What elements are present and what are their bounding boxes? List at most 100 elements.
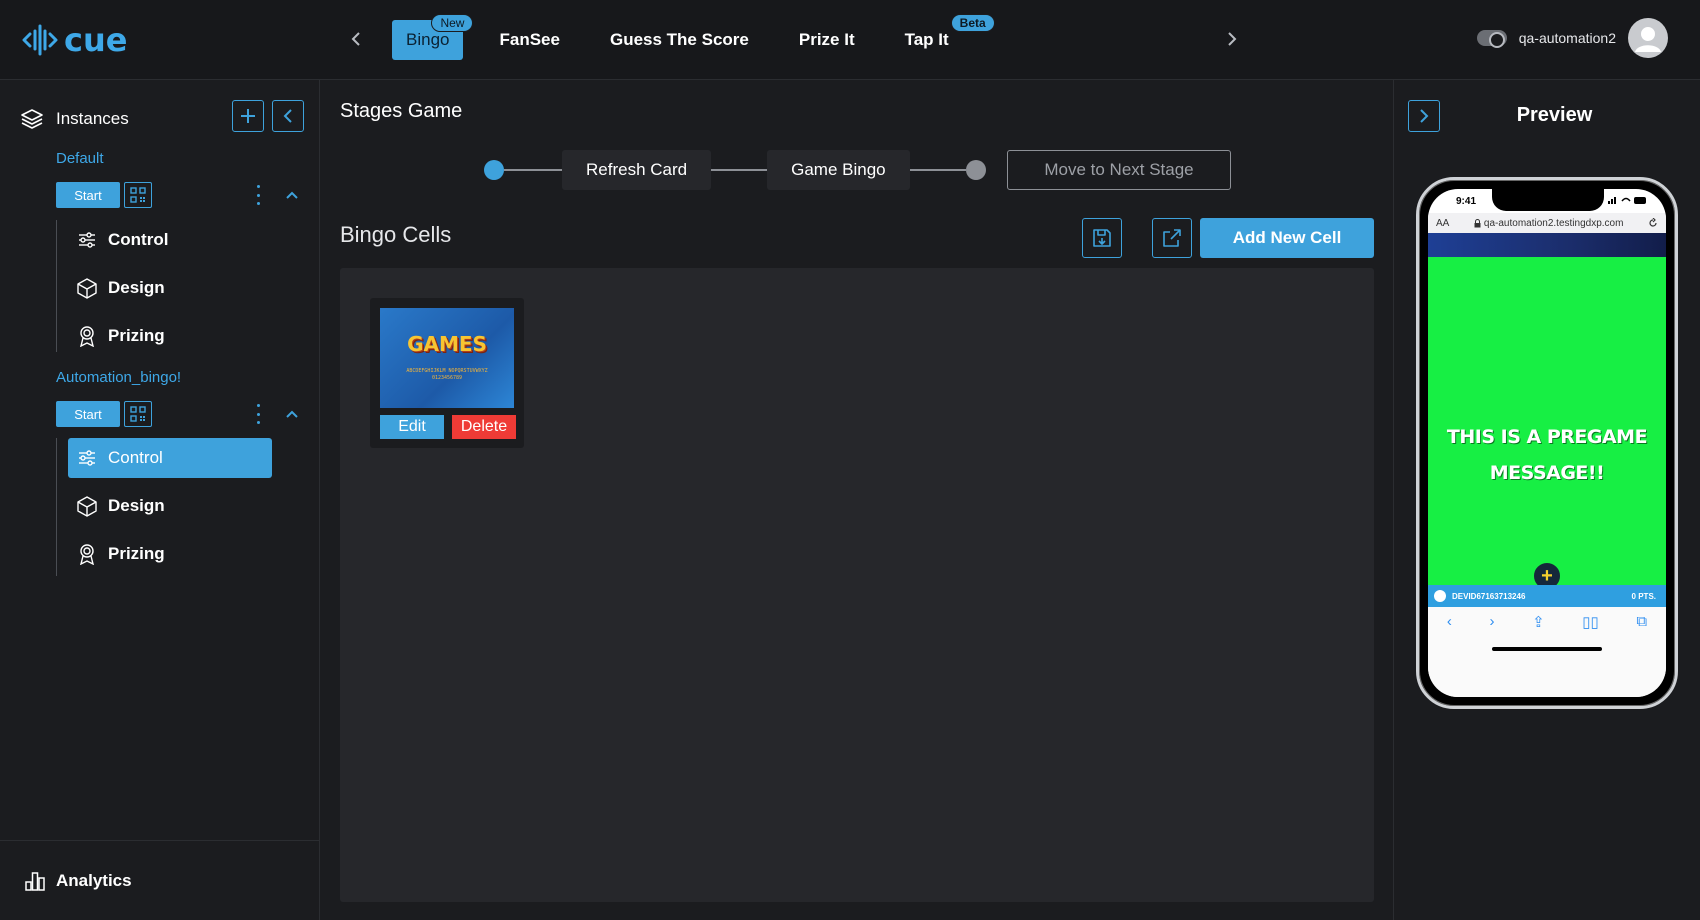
start-button[interactable]: Start [56, 401, 120, 427]
tabs-scroll-right-button[interactable] [1217, 24, 1247, 54]
more-options-icon[interactable] [254, 185, 262, 205]
user-icon [1635, 27, 1661, 52]
preview-title: Preview [1516, 104, 1593, 126]
phone-points: 0 PTS. [1631, 591, 1656, 601]
phone-mockup: 9:41 AA qa-automation2.testingdxp.com TH… [1416, 177, 1678, 709]
sidebar-item-label: Design [108, 278, 165, 297]
phone-header-strip [1428, 233, 1666, 257]
qr-code-icon [130, 187, 146, 203]
tab-guess-the-score[interactable]: Guess The Score [596, 20, 763, 60]
top-bar: cue Bingo New FanSee Guess The Score Pri… [0, 0, 1700, 80]
qr-code-button[interactable] [124, 182, 152, 208]
plus-icon [241, 109, 255, 123]
instances-title: Instances [56, 109, 129, 128]
tab-fansee[interactable]: FanSee [485, 20, 573, 60]
stage-game-bingo[interactable]: Game Bingo [767, 150, 910, 190]
phone-user-bar: DEVID67163713246 0 PTS. [1428, 585, 1666, 607]
tree-line [56, 438, 57, 576]
instance-name[interactable]: Automation_bingo! [56, 369, 181, 386]
cell-image-subtitle: ABCDEFGHIJKLM NOPQRSTUVWXYZ 0123456789 [406, 368, 488, 381]
award-icon [76, 325, 98, 347]
sidebar-item-analytics[interactable]: Analytics [0, 840, 320, 920]
chevron-left-icon [283, 109, 292, 123]
chevron-up-icon [286, 410, 298, 418]
avatar[interactable] [1628, 18, 1668, 58]
lock-icon [1474, 218, 1481, 227]
sidebar-item-label: Design [108, 496, 165, 515]
add-instance-button[interactable] [232, 100, 264, 132]
back-icon: ‹ [1446, 613, 1452, 630]
tab-prize-it[interactable]: Prize It [785, 20, 869, 60]
cell-image-title: GAMES [407, 332, 487, 356]
collapse-instance-button[interactable] [282, 185, 302, 205]
pregame-screen: THIS IS A PREGAME MESSAGE!! [1428, 257, 1666, 585]
tab-label: Tap It [904, 30, 949, 49]
stage-stepper: Refresh Card Game Bingo [484, 150, 986, 190]
sidebar-item-design[interactable]: Design [68, 268, 272, 308]
bingo-cells-title: Bingo Cells [340, 222, 452, 247]
tabs-scroll-left-button[interactable] [341, 24, 371, 54]
phone-url: qa-automation2.testingdxp.com [1483, 217, 1624, 229]
sidebar-item-label: Prizing [108, 544, 165, 563]
collapse-instance-button[interactable] [282, 404, 302, 424]
game-tabs: Bingo New FanSee Guess The Score Prize I… [392, 0, 995, 80]
phone-url-bar: AA qa-automation2.testingdxp.com [1428, 213, 1666, 233]
add-new-cell-button[interactable]: Add New Cell [1200, 218, 1374, 258]
waveform-logo-icon [22, 24, 58, 56]
reload-icon [1649, 218, 1657, 227]
start-button[interactable]: Start [56, 182, 120, 208]
tab-bingo[interactable]: Bingo New [392, 14, 474, 60]
phone-browser-toolbar: ‹ › ⇪ ▯▯ ⧉ [1428, 607, 1666, 697]
bingo-cells-grid: GAMES ABCDEFGHIJKLM NOPQRSTUVWXYZ 012345… [340, 268, 1374, 902]
save-cells-button[interactable] [1082, 218, 1122, 258]
phone-screen: 9:41 AA qa-automation2.testingdxp.com TH… [1428, 189, 1666, 697]
sidebar-item-control[interactable]: Control [68, 438, 272, 478]
sidebar-item-label: Control [108, 230, 169, 249]
chevron-left-icon [351, 32, 360, 46]
collapse-sidebar-button[interactable] [272, 100, 304, 132]
sidebar-item-control[interactable]: Control [68, 220, 272, 260]
stage-refresh-card[interactable]: Refresh Card [562, 150, 712, 190]
stage-start-dot [484, 160, 504, 180]
delete-cell-button[interactable]: Delete [452, 415, 516, 439]
new-badge: New [431, 14, 474, 32]
qr-code-button[interactable] [124, 401, 152, 427]
cue-logo[interactable]: cue [22, 20, 127, 60]
preview-panel: Preview 9:41 AA qa-automation2.testingdx… [1393, 80, 1700, 920]
cube-icon [76, 495, 98, 517]
phone-user-id: DEVID67163713246 [1452, 591, 1526, 601]
tab-label: Bingo [406, 30, 450, 49]
theme-toggle[interactable] [1476, 30, 1507, 48]
bar-chart-icon [25, 871, 45, 891]
sidebar-item-design[interactable]: Design [68, 486, 272, 526]
instance-name[interactable]: Default [56, 150, 104, 167]
tab-label: FanSee [499, 30, 560, 49]
tab-label: Prize It [798, 30, 855, 49]
move-to-next-stage-button[interactable]: Move to Next Stage [1007, 150, 1231, 190]
save-icon [1093, 229, 1111, 247]
sidebar-item-label: Control [108, 448, 163, 467]
tab-tap-it[interactable]: Tap It Beta [891, 14, 995, 60]
page-title: Stages Game [340, 100, 463, 122]
beta-badge: Beta [950, 14, 995, 32]
sidebar-item-label: Prizing [108, 326, 165, 345]
bookmarks-icon: ▯▯ [1582, 614, 1599, 631]
text-size-label: AA [1436, 217, 1450, 229]
sidebar-item-prizing[interactable]: Prizing [68, 534, 272, 574]
username: qa-automation2 [1518, 30, 1616, 46]
phone-notch [1492, 189, 1604, 211]
more-options-icon[interactable] [254, 404, 262, 424]
analytics-label: Analytics [56, 870, 132, 890]
stage-connector [711, 169, 768, 171]
edit-cell-button[interactable]: Edit [380, 415, 444, 439]
sliders-icon [76, 447, 98, 469]
main-content: Stages Game Refresh Card Game Bingo Move… [320, 80, 1393, 920]
chevron-up-icon [286, 191, 298, 199]
forward-icon: › [1489, 613, 1495, 630]
share-cells-button[interactable] [1152, 218, 1192, 258]
award-icon [76, 543, 98, 565]
phone-avatar-icon [1434, 590, 1446, 602]
sidebar-item-prizing[interactable]: Prizing [68, 316, 272, 356]
stage-end-dot [965, 160, 986, 180]
tab-label: Guess The Score [609, 30, 749, 49]
